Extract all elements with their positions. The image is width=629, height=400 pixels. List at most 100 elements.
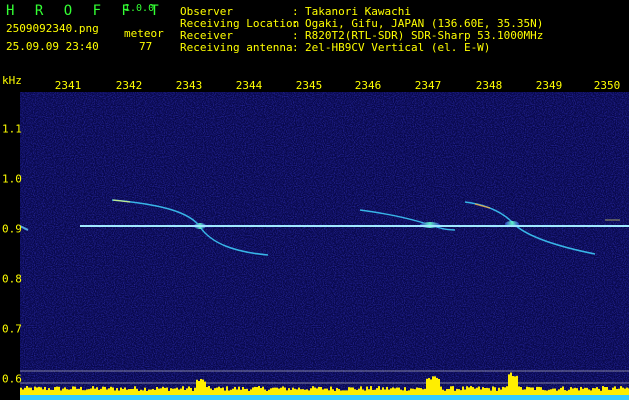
histogram-bar — [304, 389, 306, 395]
histogram-bar — [96, 387, 98, 395]
histogram-bar-base — [230, 395, 232, 400]
histogram-bar-base — [290, 395, 292, 400]
histogram-bar-base — [178, 395, 180, 400]
histogram-bar-base — [510, 395, 512, 400]
histogram-bar — [34, 386, 36, 395]
histogram-bar-base — [582, 395, 584, 400]
histogram-bar — [546, 390, 548, 395]
histogram-bar — [418, 387, 420, 395]
histogram-bar-base — [32, 395, 34, 400]
histogram-bar-base — [518, 395, 520, 400]
histogram-bar — [136, 388, 138, 395]
histogram-bar — [244, 388, 246, 395]
histogram-bar-base — [588, 395, 590, 400]
histogram-bar-base — [284, 395, 286, 400]
histogram-bar — [204, 381, 206, 395]
histogram-bar — [170, 388, 172, 395]
histogram-bar — [392, 387, 394, 395]
histogram-bar — [396, 387, 398, 395]
histogram-bar-base — [50, 395, 52, 400]
histogram-bar — [362, 389, 364, 395]
histogram-bar-base — [194, 395, 196, 400]
histogram-bar — [200, 378, 202, 395]
histogram-bar — [138, 390, 140, 395]
histogram-bar — [308, 390, 310, 395]
histogram-bar-base — [270, 395, 272, 400]
histogram-bar-base — [266, 395, 268, 400]
histogram-bar — [306, 389, 308, 395]
histogram-bar-base — [260, 395, 262, 400]
histogram-bar-base — [96, 395, 98, 400]
histogram-bar-base — [202, 395, 204, 400]
histogram-bar-base — [608, 395, 610, 400]
histogram-bar — [540, 387, 542, 395]
histogram-bar — [216, 387, 218, 395]
histogram-bar — [486, 387, 488, 395]
histogram-bar-base — [180, 395, 182, 400]
histogram-bar — [572, 388, 574, 395]
histogram-bar-base — [222, 395, 224, 400]
histogram-bar-base — [414, 395, 416, 400]
histogram-bar-base — [136, 395, 138, 400]
histogram-bar — [106, 389, 108, 395]
histogram-bar — [28, 387, 30, 395]
histogram-bar-base — [366, 395, 368, 400]
histogram-bar-base — [24, 395, 26, 400]
histogram-bar-base — [132, 395, 134, 400]
histogram-bar-base — [474, 395, 476, 400]
histogram-bar — [206, 387, 208, 395]
histogram-bar — [270, 388, 272, 395]
histogram-bar-base — [304, 395, 306, 400]
histogram-bar — [434, 376, 436, 395]
info-sep-antenna: : — [292, 41, 299, 54]
histogram-bar — [326, 388, 328, 395]
histogram-bar — [622, 387, 624, 395]
histogram-bar — [40, 387, 42, 395]
histogram-bar — [92, 386, 94, 395]
histogram-bar-base — [498, 395, 500, 400]
histogram-bar — [220, 388, 222, 395]
histogram-bar-base — [94, 395, 96, 400]
histogram-bar-base — [354, 395, 356, 400]
histogram-bar — [456, 388, 458, 395]
histogram-bar — [616, 388, 618, 395]
histogram-bar-base — [332, 395, 334, 400]
histogram-bar — [536, 386, 538, 395]
histogram-bar — [492, 386, 494, 395]
histogram-bar-base — [286, 395, 288, 400]
x-tick-label: 2346 — [354, 79, 382, 92]
histogram-bar-base — [64, 395, 66, 400]
histogram-bar — [78, 388, 80, 395]
histogram-bar — [340, 390, 342, 395]
histogram-bar-base — [570, 395, 572, 400]
histogram-bar-base — [560, 395, 562, 400]
histogram-bar — [316, 388, 318, 395]
histogram-bar-base — [412, 395, 414, 400]
histogram-bar — [188, 386, 190, 395]
x-tick-label: 2348 — [475, 79, 503, 92]
histogram-bar — [576, 388, 578, 395]
histogram-bar-base — [34, 395, 36, 400]
histogram-bar-base — [250, 395, 252, 400]
histogram-bar-base — [402, 395, 404, 400]
histogram-bar-base — [278, 395, 280, 400]
histogram-bar-base — [584, 395, 586, 400]
histogram-bar — [552, 388, 554, 395]
histogram-bar — [260, 388, 262, 395]
histogram-bar-base — [542, 395, 544, 400]
histogram-bar — [412, 388, 414, 395]
histogram-bar — [436, 377, 438, 395]
histogram-bar-base — [324, 395, 326, 400]
histogram-bar — [590, 390, 592, 395]
histogram-bar-base — [594, 395, 596, 400]
histogram-bar-base — [356, 395, 358, 400]
histogram-bar-base — [540, 395, 542, 400]
histogram-bar — [336, 387, 338, 395]
histogram-bar-base — [426, 395, 428, 400]
histogram-bar-base — [226, 395, 228, 400]
histogram-bar — [156, 386, 158, 395]
histogram-bar — [44, 387, 46, 395]
histogram-bar — [354, 389, 356, 395]
histogram-bar-base — [514, 395, 516, 400]
histogram-bar-base — [210, 395, 212, 400]
